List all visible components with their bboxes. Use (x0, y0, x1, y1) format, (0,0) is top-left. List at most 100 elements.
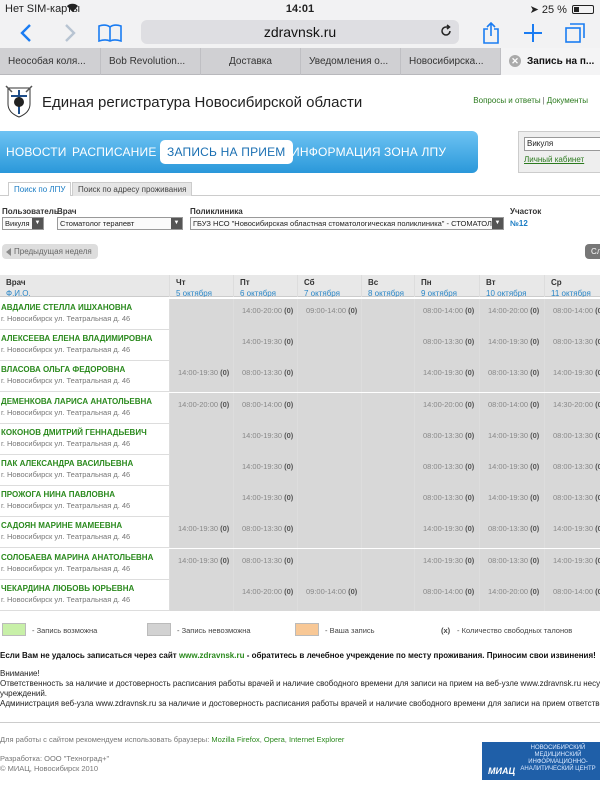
schedule-slot: 14:00-19:30 (0) (170, 361, 234, 393)
forward-icon[interactable] (58, 18, 82, 48)
back-icon[interactable] (14, 18, 38, 48)
browser-tab[interactable]: Новосибирска... (400, 48, 500, 75)
day-of-week: Вт (486, 278, 496, 287)
doctor-address: г. Новосибирск ул. Театральная д. 46 (1, 594, 131, 604)
doctor-name[interactable]: ЧЕКАРДИНА ЛЮБОВЬ ЮРЬЕВНА (0, 580, 169, 593)
nav-schedule[interactable]: РАСПИСАНИЕ (72, 145, 157, 159)
doctor-name[interactable]: АВДАЛИЕ СТЕЛЛА ИШХАНОВНА (0, 299, 169, 312)
schedule-slot: 08:00-14:00 (0) (545, 299, 600, 330)
schedule-slot (298, 361, 362, 393)
slot-time: 14:00-19:30 (488, 337, 529, 347)
user-select[interactable]: Викуля ▼ (2, 217, 44, 230)
status-right: ➤ 25 % (530, 3, 594, 16)
opera-link[interactable]: Opera (264, 735, 285, 744)
prev-week-button[interactable]: Предыдущая неделя (2, 244, 98, 259)
schedule-slot: 14:00-19:30 (0) (480, 330, 545, 362)
schedule-slot: 08:00-13:30 (0) (545, 423, 600, 455)
attention-title: Внимание! (0, 669, 40, 678)
schedule-slot (170, 423, 234, 455)
schedule-slot: 08:00-13:30 (0) (480, 548, 545, 580)
site-link[interactable]: www.zdravnsk.ru (179, 651, 245, 660)
attention-line-2: учреждений. (0, 689, 48, 698)
tab-search-lpu[interactable]: Поиск по ЛПУ (8, 182, 72, 196)
slot-time: 14:00-19:30 (178, 555, 219, 565)
tab-search-address[interactable]: Поиск по адресу проживания (72, 182, 193, 196)
share-icon[interactable] (478, 18, 504, 48)
reload-icon[interactable] (439, 24, 453, 43)
notice-suffix: - обратитесь в лечебное учреждение по ме… (246, 651, 596, 660)
day-date[interactable]: 9 октября (421, 289, 473, 297)
doctor-name[interactable]: КОКОНОВ ДМИТРИЙ ГЕННАДЬЕВИЧ (0, 424, 169, 437)
clock: 14:01 (285, 3, 315, 15)
new-tab-icon[interactable] (520, 18, 546, 48)
browser-tab-active[interactable]: ✕ Запись на п... (500, 48, 600, 75)
schedule-slot: 14:00-19:30 (0) (234, 486, 298, 518)
nav-news[interactable]: НОВОСТИ (6, 145, 67, 159)
day-date[interactable]: 6 октября (240, 289, 291, 297)
browser-tab[interactable]: Bob Revolution... (100, 48, 200, 75)
address-bar[interactable]: zdravnsk.ru (141, 20, 459, 44)
day-date[interactable]: 8 октября (368, 289, 408, 297)
day-of-week: Пн (421, 278, 432, 287)
doctor-name[interactable]: ПРОЖОГА НИНА ПАВЛОВНА (0, 486, 169, 499)
tabs-overview-icon[interactable] (562, 18, 588, 48)
schedule-slot: 14:00-20:00 (0) (415, 392, 480, 424)
slot-time: 14:00-19:30 (488, 493, 529, 503)
doctor-name[interactable]: ВЛАСОВА ОЛЬГА ФЕДОРОВНА (0, 361, 169, 374)
browser-tab[interactable]: Уведомления о... (300, 48, 400, 75)
doctor-name[interactable]: САДОЯН МАРИНЕ МАМЕЕВНА (0, 517, 169, 530)
day-date[interactable]: 5 октября (176, 289, 227, 297)
browser-tab[interactable]: Неособая коля... (0, 48, 100, 75)
user-label: Пользователь (2, 207, 59, 216)
doctor-select[interactable]: Стоматолог терапевт ▼ (57, 217, 183, 230)
day-of-week: Чт (176, 278, 186, 287)
slot-time: 08:00-13:30 (488, 555, 529, 565)
user-select-value: Викуля (5, 219, 30, 228)
nav-appointment[interactable]: ЗАПИСЬ НА ПРИЕМ (160, 140, 293, 164)
doctor-name[interactable]: ДЕМЕНКОВА ЛАРИСА АНАТОЛЬЕВНА (0, 393, 169, 406)
slot-time: 08:00-13:30 (423, 493, 464, 503)
schedule-slot: 14:00-20:00 (0) (480, 579, 545, 611)
close-tab-icon[interactable]: ✕ (509, 55, 521, 67)
schedule-slot (170, 330, 234, 362)
tab-label: Доставка (229, 56, 272, 67)
clinic-select[interactable]: ГБУЗ НСО "Новосибирская областная стомат… (190, 217, 504, 230)
slot-free-count: (0) (595, 555, 600, 565)
documents-link[interactable]: Документы (547, 96, 588, 105)
doctor-name[interactable]: СОЛОБАЕВА МАРИНА АНАТОЛЬЕВНА (0, 549, 169, 562)
username-field[interactable]: Викуля (524, 137, 600, 151)
schedule-slot (170, 486, 234, 518)
next-week-button[interactable]: Сл (585, 244, 600, 259)
slot-free-count: (0) (284, 399, 294, 409)
status-bar: Нет SIM-карты 14:01 ➤ 25 % (0, 0, 600, 18)
slot-time: 14:00-19:30 (178, 524, 219, 534)
bookmarks-icon[interactable] (96, 18, 124, 48)
schedule-slot (362, 486, 415, 518)
miac-logo[interactable]: НОВОСИБИРСКИЙ МЕДИЦИНСКИЙ ИНФОРМАЦИОННО-… (482, 742, 600, 780)
faq-link[interactable]: Вопросы и ответы (473, 96, 540, 105)
schedule-slot (362, 361, 415, 393)
day-date[interactable]: 11 октября (551, 289, 600, 297)
schedule-slot: 08:00-13:30 (0) (415, 423, 480, 455)
schedule-slot: 08:00-13:30 (0) (545, 486, 600, 518)
legend-impossible: - Запись невозможна (177, 626, 251, 635)
ie-link[interactable]: Internet Explorer (289, 735, 344, 744)
doctor-cell: ПАК АЛЕКСАНДРА ВАСИЛЬЕВНА г. Новосибирск … (0, 455, 170, 486)
schedule-slot (298, 548, 362, 580)
slot-time: 14:00-19:30 (242, 462, 283, 471)
nav-info[interactable]: ИНФОРМАЦИЯ (291, 145, 381, 159)
legend-count-mark: (x) (441, 626, 451, 635)
schedule-slot: 08:00-14:00 (0) (480, 392, 545, 424)
day-date[interactable]: 7 октября (304, 289, 355, 297)
day-date[interactable]: 10 октября (486, 289, 538, 297)
firefox-link[interactable]: Mozilla Firefox (211, 735, 259, 744)
personal-cabinet-link[interactable]: Личный кабинет (524, 155, 584, 164)
notice-prefix: Если Вам не удалось записаться через сай… (0, 651, 177, 660)
browser-tab[interactable]: Доставка (200, 48, 300, 75)
tab-label: Уведомления о... (309, 56, 389, 67)
slot-free-count: (0) (595, 524, 600, 534)
slot-time: 08:00-13:30 (488, 368, 529, 378)
doctor-name[interactable]: ПАК АЛЕКСАНДРА ВАСИЛЬЕВНА (0, 455, 169, 468)
nav-lpu-zone[interactable]: ЗОНА ЛПУ (384, 145, 446, 159)
doctor-name[interactable]: АЛЕКСЕЕВА ЕЛЕНА ВЛАДИМИРОВНА (0, 330, 169, 343)
